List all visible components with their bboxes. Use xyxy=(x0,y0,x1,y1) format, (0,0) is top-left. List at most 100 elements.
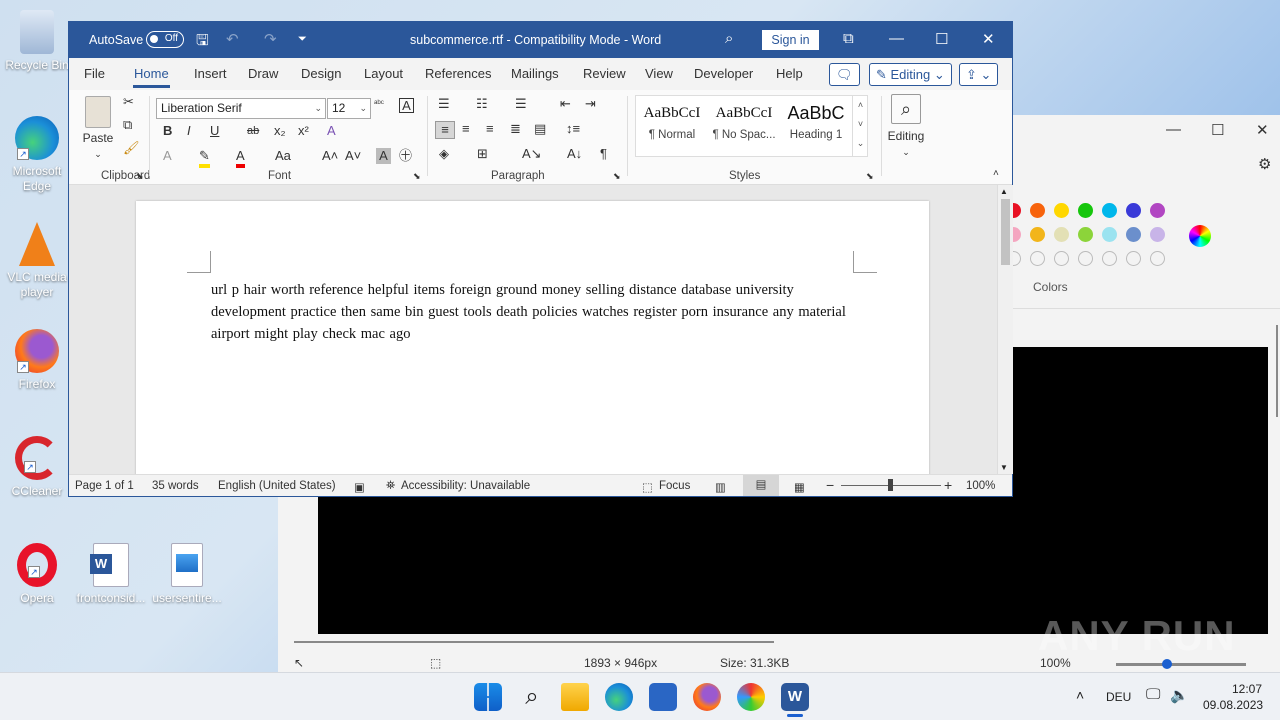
save-icon[interactable]: 🖫 xyxy=(196,30,209,55)
tab-developer[interactable]: Developer xyxy=(694,66,753,81)
styles-gallery[interactable]: AaBbCcI ¶ Normal AaBbCcI ¶ No Spac... Aa… xyxy=(635,95,868,157)
print-layout-icon[interactable]: ▤ xyxy=(743,475,779,496)
horizontal-scrollbar[interactable] xyxy=(294,641,774,643)
tab-references[interactable]: References xyxy=(425,66,491,81)
undo-icon[interactable]: ↶ xyxy=(226,30,239,48)
desktop-icon-opera[interactable]: ↗ Opera xyxy=(0,543,74,606)
word-count[interactable]: 35 words xyxy=(152,480,199,492)
maximize-icon[interactable]: ☐ xyxy=(935,30,948,48)
color-swatch[interactable] xyxy=(1126,203,1141,218)
page-count[interactable]: Page 1 of 1 xyxy=(75,480,134,492)
styles-scroll[interactable]: ˄ ˅ ⌄ xyxy=(852,96,868,156)
color-swatch[interactable] xyxy=(1102,203,1117,218)
color-swatch[interactable] xyxy=(1150,251,1165,266)
color-swatch[interactable] xyxy=(1102,227,1117,242)
desktop-icon-ccleaner[interactable]: ↗ CCleaner xyxy=(0,436,74,499)
align-left-icon[interactable]: ≡ xyxy=(435,121,455,139)
text-effects-icon[interactable]: A xyxy=(327,123,336,139)
style-heading-1[interactable]: AaBbC Heading 1 xyxy=(780,102,852,141)
color-swatch[interactable] xyxy=(1078,227,1093,242)
tab-insert[interactable]: Insert xyxy=(194,66,227,81)
vertical-scrollbar[interactable]: ▲ ▼ xyxy=(997,185,1013,474)
color-swatch[interactable] xyxy=(1030,251,1045,266)
tab-home[interactable]: Home xyxy=(133,66,170,88)
bold-icon[interactable]: B xyxy=(163,123,172,139)
zoom-out-icon[interactable]: − xyxy=(826,477,834,493)
volume-icon[interactable]: 🔈 xyxy=(1170,686,1189,704)
settings-icon[interactable]: ⚙ xyxy=(1258,155,1271,173)
keyboard-language[interactable]: DEU xyxy=(1106,690,1131,704)
tab-layout[interactable]: Layout xyxy=(364,66,403,81)
color-swatch[interactable] xyxy=(1126,227,1141,242)
clear-formatting-icon[interactable]: A xyxy=(399,98,414,113)
zoom-slider[interactable] xyxy=(841,479,941,491)
decrease-indent-icon[interactable]: ⇤ xyxy=(560,96,571,112)
font-size-menu-icon[interactable]: Aa xyxy=(275,148,291,164)
tab-view[interactable]: View xyxy=(645,66,673,81)
shrink-font-icon[interactable]: A˅ xyxy=(345,148,361,164)
distributed-icon[interactable]: ▤ xyxy=(534,121,546,137)
tab-review[interactable]: Review xyxy=(583,66,626,81)
color-swatch[interactable] xyxy=(1102,251,1117,266)
comments-button[interactable]: 🗨 xyxy=(829,63,860,86)
paint-icon[interactable] xyxy=(737,683,765,711)
maximize-icon[interactable]: ☐ xyxy=(1211,121,1224,139)
clock-time[interactable]: 12:07 xyxy=(1232,682,1262,696)
file-explorer-icon[interactable] xyxy=(561,683,589,711)
document-page[interactable]: url p hair worth reference helpful items… xyxy=(136,201,929,474)
desktop-icon-usersentire[interactable]: usersentire... xyxy=(150,543,224,606)
focus-button[interactable]: Focus xyxy=(659,480,690,492)
text-effects-icon[interactable]: A xyxy=(163,148,172,164)
asian-layout-icon[interactable]: A↘ xyxy=(522,146,542,162)
sign-in-button[interactable]: Sign in xyxy=(762,30,819,50)
font-color-icon[interactable]: A xyxy=(236,148,245,168)
font-name-select[interactable]: Liberation Serif ⌄ xyxy=(156,98,326,119)
desktop-icon-edge[interactable]: ↗ Microsoft Edge xyxy=(0,116,74,194)
color-swatch[interactable] xyxy=(1078,251,1093,266)
paragraph-launcher-icon[interactable]: ⬊ xyxy=(613,168,621,184)
style-normal[interactable]: AaBbCcI ¶ Normal xyxy=(636,102,708,141)
multilevel-list-icon[interactable]: ☰ xyxy=(515,96,527,112)
color-swatch[interactable] xyxy=(1126,251,1141,266)
close-icon[interactable]: ✕ xyxy=(1256,121,1269,139)
desktop-icon-firefox[interactable]: ↗ Firefox xyxy=(0,329,74,392)
underline-icon[interactable]: U xyxy=(210,123,219,139)
strikethrough-icon[interactable]: ab xyxy=(247,123,259,139)
color-swatch[interactable] xyxy=(1030,227,1045,242)
color-swatch[interactable] xyxy=(1030,203,1045,218)
autosave-toggle[interactable]: Off xyxy=(146,31,184,48)
accessibility-status[interactable]: Accessibility: Unavailable xyxy=(401,480,530,492)
document-body-text[interactable]: url p hair worth reference helpful items… xyxy=(211,279,861,345)
color-swatch[interactable] xyxy=(1150,203,1165,218)
desktop-icon-vlc[interactable]: VLC media player xyxy=(0,222,74,300)
editing-button[interactable]: ⌕ Editing ⌄ xyxy=(887,94,925,160)
macro-icon[interactable]: ▣ xyxy=(354,480,365,494)
clock-date[interactable]: 09.08.2023 xyxy=(1203,698,1263,712)
character-shading-icon[interactable]: A xyxy=(376,148,391,164)
zoom-in-icon[interactable]: + xyxy=(944,477,952,493)
show-paragraph-marks-icon[interactable]: ¶ xyxy=(600,146,607,162)
color-swatch[interactable] xyxy=(1078,203,1093,218)
line-spacing-icon[interactable]: ↕≡ xyxy=(566,121,580,137)
bullets-icon[interactable]: ☰ xyxy=(438,96,450,112)
tab-file[interactable]: File xyxy=(84,66,105,81)
document-area[interactable]: url p hair worth reference helpful items… xyxy=(69,185,997,474)
styles-launcher-icon[interactable]: ⬊ xyxy=(866,168,874,184)
firefox-icon[interactable] xyxy=(693,683,721,711)
format-painter-icon[interactable]: 🖌 xyxy=(123,140,140,156)
shading-icon[interactable]: ◈ xyxy=(439,146,449,162)
minimize-icon[interactable]: — xyxy=(1166,121,1181,138)
network-icon[interactable]: 🖵 xyxy=(1146,686,1160,703)
change-case-icon[interactable]: ᵃᵇᶜ xyxy=(374,95,384,111)
search-icon[interactable]: ⌕ xyxy=(725,30,733,47)
ribbon-display-options-icon[interactable]: ⧉ xyxy=(843,30,854,47)
paste-button[interactable]: Paste ⌄ xyxy=(81,96,115,162)
search-icon[interactable]: ⌕ xyxy=(518,683,546,711)
language[interactable]: English (United States) xyxy=(218,480,336,492)
center-icon[interactable]: ≡ xyxy=(462,121,470,137)
zoom-level[interactable]: 100% xyxy=(966,480,995,492)
copy-icon[interactable]: ⧉ xyxy=(123,117,132,133)
desktop-icon-recycle-bin[interactable]: Recycle Bin xyxy=(0,10,74,73)
collapse-ribbon-icon[interactable]: ˄ xyxy=(993,166,999,182)
close-icon[interactable]: ✕ xyxy=(982,30,995,48)
